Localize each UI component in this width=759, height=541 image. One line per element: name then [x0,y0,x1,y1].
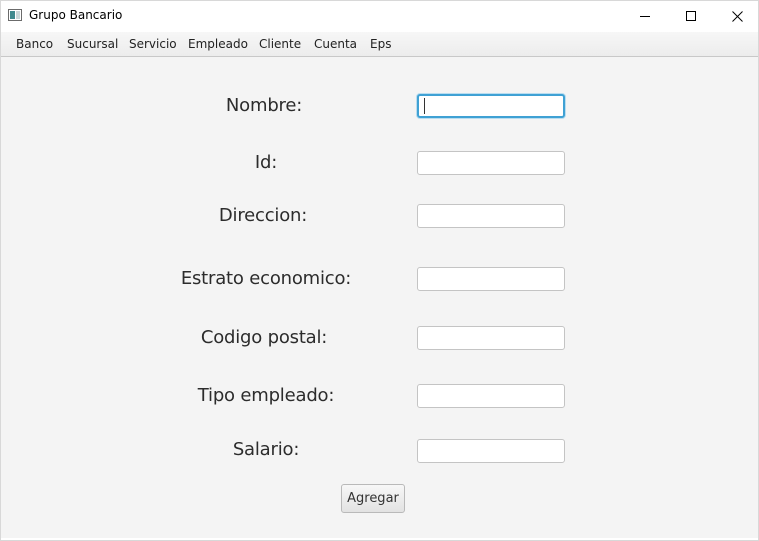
menu-item-cliente[interactable]: Cliente [259,37,301,51]
direccion-input[interactable] [417,204,565,228]
title-bar[interactable]: Grupo Bancario [1,1,758,32]
maximize-button[interactable] [668,1,714,32]
menu-item-cuenta[interactable]: Cuenta [314,37,357,51]
minimize-icon [640,16,650,17]
tipo-empleado-label: Tipo empleado: [197,385,335,406]
id-input[interactable] [417,151,565,175]
menu-item-servicio[interactable]: Servicio [129,37,177,51]
menu-bar: Banco Sucursal Servicio Empleado Cliente… [1,32,758,57]
menu-item-banco[interactable]: Banco [16,37,53,51]
tipo-empleado-input[interactable] [417,384,565,408]
app-window-icon [8,9,22,21]
minimize-button[interactable] [622,1,668,32]
menu-item-empleado[interactable]: Empleado [188,37,248,51]
nombre-input[interactable] [417,94,565,118]
close-icon [732,11,743,22]
menu-item-sucursal[interactable]: Sucursal [67,37,118,51]
estrato-economico-input[interactable] [417,267,565,291]
salario-label: Salario: [232,439,300,460]
app-window: Grupo Bancario Banco Sucursal Servicio E… [0,0,759,541]
window-title: Grupo Bancario [29,8,123,22]
estrato-economico-label: Estrato economico: [180,268,352,289]
codigo-postal-label: Codigo postal: [200,327,328,348]
close-button[interactable] [714,1,758,32]
maximize-icon [686,11,696,21]
id-label: Id: [254,152,278,173]
text-caret [424,98,425,114]
nombre-label: Nombre: [225,95,303,116]
direccion-label: Direccion: [218,205,308,226]
menu-item-eps[interactable]: Eps [370,37,391,51]
agregar-button[interactable]: Agregar [341,484,405,513]
salario-input[interactable] [417,439,565,463]
codigo-postal-input[interactable] [417,326,565,350]
